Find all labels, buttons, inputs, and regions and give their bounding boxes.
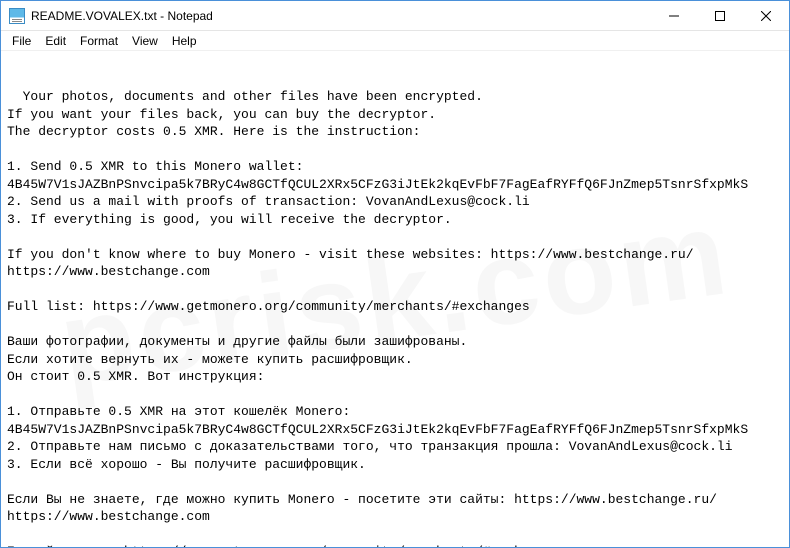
minimize-button[interactable] [651, 1, 697, 30]
menu-file[interactable]: File [5, 32, 38, 50]
window-controls [651, 1, 789, 30]
menu-edit[interactable]: Edit [38, 32, 73, 50]
titlebar: README.VOVALEX.txt - Notepad [1, 1, 789, 31]
text-area[interactable]: pcrisk.com Your photos, documents and ot… [1, 51, 789, 547]
maximize-icon [715, 11, 725, 21]
notepad-icon [9, 8, 25, 24]
close-icon [761, 11, 771, 21]
menu-view[interactable]: View [125, 32, 165, 50]
minimize-icon [669, 11, 679, 21]
close-button[interactable] [743, 1, 789, 30]
maximize-button[interactable] [697, 1, 743, 30]
document-text: Your photos, documents and other files h… [7, 89, 748, 547]
menubar: File Edit Format View Help [1, 31, 789, 51]
menu-help[interactable]: Help [165, 32, 204, 50]
menu-format[interactable]: Format [73, 32, 125, 50]
window-title: README.VOVALEX.txt - Notepad [31, 9, 651, 23]
